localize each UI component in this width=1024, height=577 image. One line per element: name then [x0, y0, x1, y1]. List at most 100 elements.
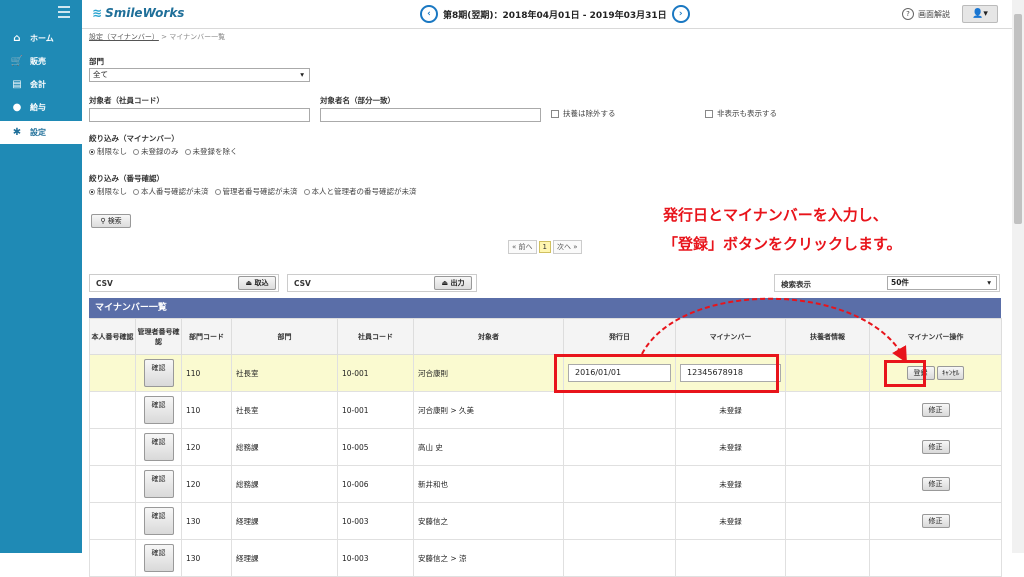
pager: « 前へ 1 次へ »	[508, 240, 584, 254]
radio-no-limit[interactable]: 制限なし	[89, 146, 127, 157]
col-mynumber: マイナンバー	[675, 318, 786, 355]
edit-button[interactable]: 修正	[921, 477, 950, 491]
sidebar-item-home[interactable]: ⌂ ホーム	[0, 27, 82, 50]
annotation-line-1: 発行日とマイナンバーを入力し、	[663, 206, 888, 224]
page-scrollbar[interactable]	[1012, 0, 1024, 553]
radio-both-unverified[interactable]: 本人と管理者の番号確認が未済	[303, 186, 417, 197]
help-link[interactable]: ? 画面解説	[902, 8, 950, 20]
target-name-label: 対象者名（部分一致）	[320, 96, 395, 105]
chevron-down-icon: ▾	[987, 278, 991, 287]
narrow-verify-radios: 制限なし 本人番号確認が未済 管理者番号確認が未済 本人と管理者の番号確認が未済	[89, 186, 423, 197]
cell-dept-code: 110	[181, 354, 232, 392]
narrow-verify-label: 絞り込み（番号確認）	[89, 174, 164, 183]
search-icon: ⚲	[100, 217, 106, 225]
csv-export-button[interactable]: ⏏ 出力	[434, 276, 472, 290]
mynumber-table: 本人番号確認 管理者番号確認 部門コード 部門 社員コード 対象者 発行日 マイ…	[89, 318, 1002, 577]
table-header-row: 本人番号確認 管理者番号確認 部門コード 部門 社員コード 対象者 発行日 マイ…	[89, 318, 1002, 355]
cell-name: 河合康則	[413, 354, 564, 392]
top-bar: ≋ SmileWorks ‹ 第8期(翌期)：2018年04月01日 - 2019…	[82, 0, 1012, 29]
breadcrumb: 設定（マイナンバー） > マイナンバー一覧	[89, 33, 226, 41]
download-icon: ⏏	[441, 279, 449, 287]
col-mynumber-ops: マイナンバー操作	[869, 318, 1002, 355]
sidebar-item-payroll[interactable]: ● 給与	[0, 96, 82, 119]
cart-icon: 🛒	[10, 56, 24, 67]
sidebar-item-accounting[interactable]: ▤ 会計	[0, 73, 82, 96]
unregistered-text: 未登録	[675, 502, 786, 540]
highlight-register-box	[884, 360, 926, 387]
highlight-inputs-box	[554, 354, 779, 393]
display-count-select[interactable]: 50件 ▾	[887, 276, 997, 290]
next-period-icon[interactable]: ›	[671, 5, 690, 23]
breadcrumb-current: マイナンバー一覧	[169, 33, 226, 41]
verify-button[interactable]: 確認	[143, 359, 174, 387]
table-row: 確認 130 経理課 10-003 安藤信之 未登録 修正	[89, 502, 1002, 540]
prev-period-icon[interactable]: ‹	[420, 5, 438, 23]
radio-self-unverified[interactable]: 本人番号確認が未済	[133, 186, 209, 197]
col-target: 対象者	[413, 318, 564, 355]
menu-icon[interactable]	[58, 6, 70, 21]
search-button[interactable]: ⚲ 検索	[91, 214, 131, 228]
verify-button[interactable]: 確認	[143, 470, 174, 498]
edit-button[interactable]: 修正	[921, 403, 950, 417]
unregistered-text: 未登録	[675, 465, 786, 503]
radio-exclude-unregistered[interactable]: 未登録を除く	[184, 146, 238, 157]
col-self-verify: 本人番号確認	[89, 318, 136, 355]
period-label: 第8期(翌期)：2018年04月01日 - 2019年03月31日	[443, 10, 667, 21]
target-code-label: 対象者（社員コード）	[89, 96, 164, 105]
user-menu-button[interactable]: 👤▾	[962, 5, 998, 23]
unregistered-text: 未登録	[675, 391, 786, 429]
table-row: 確認 110 社長室 10-001 河合康則 > 久美 未登録 修正	[89, 391, 1002, 429]
pager-page-1[interactable]: 1	[538, 241, 551, 253]
radio-admin-unverified[interactable]: 管理者番号確認が未済	[214, 186, 298, 197]
target-code-input[interactable]	[89, 108, 310, 122]
sidebar-item-settings[interactable]: ✱ 設定	[0, 121, 82, 144]
chevron-down-icon: ▾	[300, 70, 304, 79]
verify-button[interactable]: 確認	[143, 507, 174, 535]
cell-emp-code: 10-001	[337, 354, 414, 392]
table-row: 確認 120 総務課 10-006 新井和也 未登録 修正	[89, 465, 1002, 503]
show-hidden-checkbox[interactable]: 非表示も表示する	[705, 108, 777, 119]
edit-button[interactable]: 修正	[921, 440, 950, 454]
period-switcher: ‹ 第8期(翌期)：2018年04月01日 - 2019年03月31日 ›	[415, 5, 695, 23]
money-bag-icon: ●	[12, 102, 22, 113]
csv-import-box: CSV ⏏ 取込	[89, 274, 279, 292]
help-icon: ?	[902, 8, 914, 20]
target-name-input[interactable]	[320, 108, 541, 122]
pager-prev[interactable]: « 前へ	[508, 240, 537, 254]
unregistered-text: 未登録	[675, 428, 786, 466]
narrow-mynumber-radios: 制限なし 未登録のみ 未登録を除く	[89, 146, 244, 157]
cancel-button[interactable]: ｷｬﾝｾﾙ	[936, 366, 965, 380]
sidebar: ⌂ ホーム 🛒 販売 ▤ 会計 ● 給与 ✱ 設定	[0, 0, 82, 553]
logo[interactable]: ≋ SmileWorks	[92, 6, 184, 20]
cell-dept: 社長室	[231, 354, 338, 392]
logo-swoosh-icon: ≋	[92, 6, 103, 20]
csv-export-box: CSV ⏏ 出力	[287, 274, 477, 292]
scrollbar-thumb[interactable]	[1014, 14, 1022, 224]
radio-unregistered-only[interactable]: 未登録のみ	[133, 146, 179, 157]
ledger-icon: ▤	[12, 79, 22, 90]
verify-button[interactable]: 確認	[143, 433, 174, 461]
dept-select[interactable]: 全て ▾	[89, 68, 310, 82]
pager-next[interactable]: 次へ »	[552, 240, 582, 254]
col-dept: 部門	[231, 318, 338, 355]
gear-icon: ✱	[12, 127, 22, 138]
user-icon: 👤	[972, 9, 984, 19]
verify-button[interactable]: 確認	[143, 396, 174, 424]
radio-verify-no-limit[interactable]: 制限なし	[89, 186, 127, 197]
col-dept-code: 部門コード	[181, 318, 232, 355]
col-admin-verify: 管理者番号確認	[135, 318, 182, 355]
breadcrumb-parent[interactable]: 設定（マイナンバー）	[89, 33, 159, 41]
exclude-dependents-checkbox[interactable]: 扶養は除外する	[551, 108, 616, 119]
col-dependent-info: 扶養者情報	[785, 318, 870, 355]
col-emp-code: 社員コード	[337, 318, 414, 355]
sidebar-item-sales[interactable]: 🛒 販売	[0, 50, 82, 73]
table-row: 確認 110 社長室 10-001 河合康則 2016/01/01 123456…	[89, 354, 1002, 392]
verify-button[interactable]: 確認	[143, 544, 174, 572]
csv-import-button[interactable]: ⏏ 取込	[238, 276, 276, 290]
narrow-mynumber-label: 絞り込み（マイナンバー）	[89, 134, 179, 143]
annotation-line-2: 「登録」ボタンをクリックします。	[663, 235, 902, 253]
home-icon: ⌂	[13, 33, 21, 44]
edit-button[interactable]: 修正	[921, 514, 950, 528]
dept-label: 部門	[89, 57, 104, 66]
table-row: 確認 130 経理課 10-003 安藤信之 > 涼	[89, 539, 1002, 577]
